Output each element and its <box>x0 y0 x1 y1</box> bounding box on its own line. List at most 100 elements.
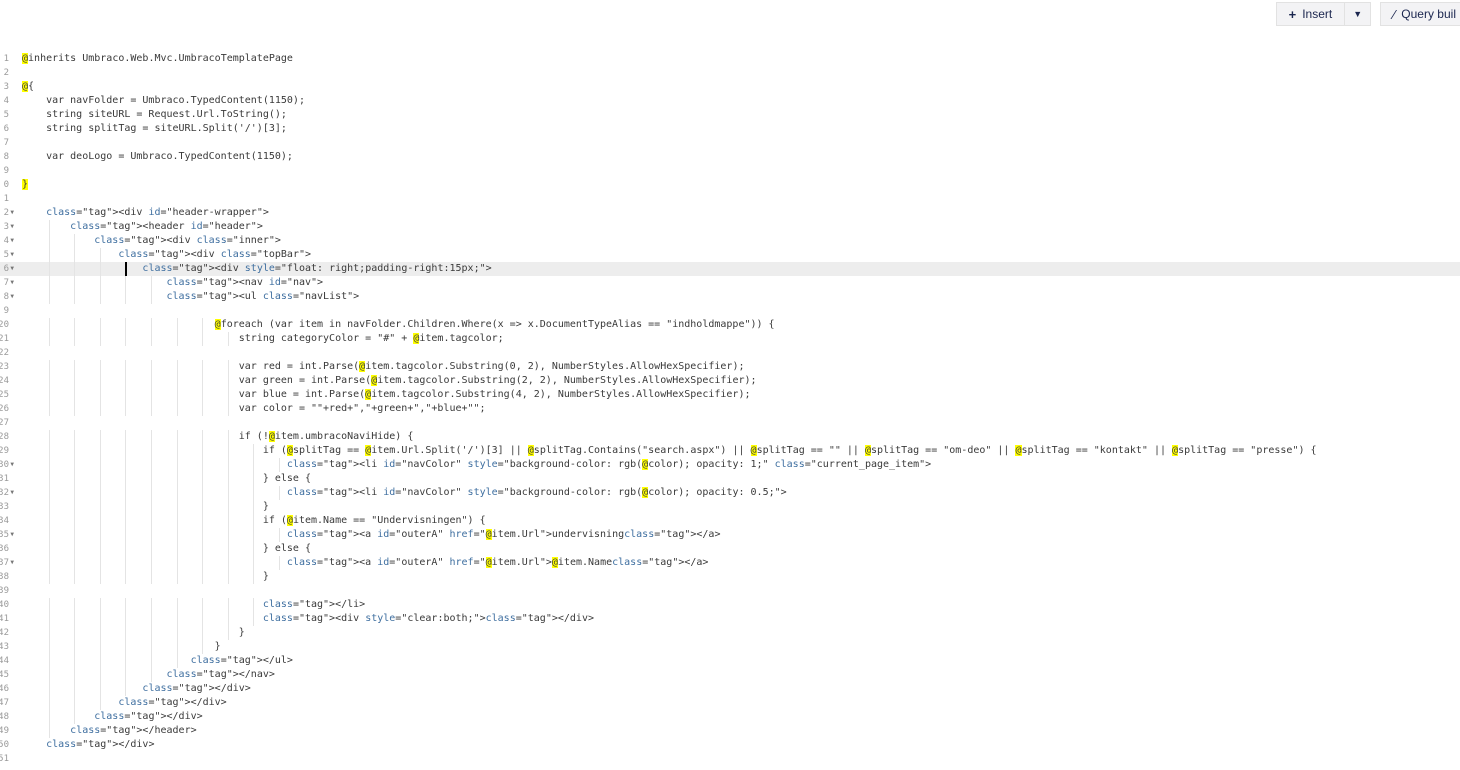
text-cursor <box>125 262 127 276</box>
code-text: string siteURL = Request.Url.ToString(); <box>22 109 287 120</box>
code-line[interactable]: 2 ▼ class="tag"><div id="header-wrapper"> <box>0 206 1460 220</box>
code-line[interactable]: 38 } <box>0 570 1460 584</box>
code-line[interactable]: 43 } <box>0 640 1460 654</box>
code-line[interactable]: 34 if (@item.Name == "Undervisningen") { <box>0 514 1460 528</box>
code-line[interactable]: 40 class="tag"></li> <box>0 598 1460 612</box>
fold-arrow-icon[interactable]: ▼ <box>10 458 14 472</box>
fold-arrow-icon[interactable]: ▼ <box>10 248 14 262</box>
fold-arrow-icon[interactable]: ▼ <box>10 220 14 234</box>
code-line[interactable]: 6 string splitTag = siteURL.Split('/')[3… <box>0 122 1460 136</box>
line-gutter: 35 ▼ <box>0 528 14 542</box>
line-number: 20 <box>0 320 9 330</box>
line-number: 5 <box>3 110 9 120</box>
code-line[interactable]: 24 var green = int.Parse(@item.tagcolor.… <box>0 374 1460 388</box>
code-line[interactable]: 47 class="tag"></div> <box>0 696 1460 710</box>
code-text: var green = int.Parse(@item.tagcolor.Sub… <box>22 375 757 386</box>
line-number: 39 <box>0 586 9 596</box>
code-line[interactable]: 39 <box>0 584 1460 598</box>
code-line[interactable]: 31 } else { <box>0 472 1460 486</box>
code-line[interactable]: 8 var deoLogo = Umbraco.TypedContent(115… <box>0 150 1460 164</box>
code-line[interactable]: 33 } <box>0 500 1460 514</box>
code-text: var deoLogo = Umbraco.TypedContent(1150)… <box>22 151 293 162</box>
fold-arrow-icon[interactable]: ▼ <box>10 234 14 248</box>
code-text: @inherits Umbraco.Web.Mvc.UmbracoTemplat… <box>22 53 293 64</box>
line-gutter: 3 <box>0 80 14 94</box>
line-number: 0 <box>3 180 9 190</box>
code-line[interactable]: 9 <box>0 304 1460 318</box>
code-line[interactable]: 30 ▼ class="tag"><li id="navColor" style=… <box>0 458 1460 472</box>
code-line[interactable]: 44 class="tag"></ul> <box>0 654 1460 668</box>
code-text: class="tag"><nav id="nav"> <box>166 277 324 288</box>
line-gutter: 28 <box>0 430 14 444</box>
line-gutter: 26 <box>0 402 14 416</box>
fold-arrow-icon[interactable]: ▼ <box>10 486 14 500</box>
insert-dropdown-button[interactable]: ▼ <box>1345 2 1372 26</box>
code-line[interactable]: 45 class="tag"></nav> <box>0 668 1460 682</box>
line-number: 48 <box>0 712 9 722</box>
code-line[interactable]: 5 ▼ class="tag"><div class="topBar"> <box>0 248 1460 262</box>
code-line[interactable]: 1 <box>0 192 1460 206</box>
code-line[interactable]: 3 ▼ class="tag"><header id="header"> <box>0 220 1460 234</box>
query-builder-button[interactable]: ⁄ Query buil <box>1380 2 1460 26</box>
code-line[interactable]: 29 if (@splitTag == @item.Url.Split('/')… <box>0 444 1460 458</box>
fold-arrow-icon[interactable]: ▼ <box>10 276 14 290</box>
code-line[interactable]: 9 <box>0 164 1460 178</box>
code-line[interactable]: 48 class="tag"></div> <box>0 710 1460 724</box>
code-line[interactable]: 20 @foreach (var item in navFolder.Child… <box>0 318 1460 332</box>
code-text: class="tag"><div style="clear:both;">cla… <box>262 613 594 624</box>
line-number: 3 <box>3 222 9 232</box>
code-line[interactable]: 51 <box>0 752 1460 766</box>
line-number: 24 <box>0 376 9 386</box>
line-number: 44 <box>0 656 9 666</box>
code-line[interactable]: 7 <box>0 136 1460 150</box>
line-number: 26 <box>0 404 9 414</box>
line-gutter: 37 ▼ <box>0 556 14 570</box>
line-gutter: 23 <box>0 360 14 374</box>
line-gutter: 33 <box>0 500 14 514</box>
code-line[interactable]: 0} <box>0 178 1460 192</box>
code-text: if (@item.Name == "Undervisningen") { <box>22 515 486 526</box>
code-line[interactable]: 2 <box>0 66 1460 80</box>
code-line[interactable]: 42 } <box>0 626 1460 640</box>
code-line[interactable]: 7 ▼ class="tag"><nav id="nav"> <box>0 276 1460 290</box>
code-line[interactable]: 49 class="tag"></header> <box>0 724 1460 738</box>
fold-arrow-icon[interactable]: ▼ <box>10 290 14 304</box>
fold-arrow-icon[interactable]: ▼ <box>10 206 14 220</box>
code-line[interactable]: 46 class="tag"></div> <box>0 682 1460 696</box>
code-line[interactable]: 28 if (!@item.umbracoNaviHide) { <box>0 430 1460 444</box>
fold-arrow-icon[interactable]: ▼ <box>10 262 14 276</box>
line-gutter: 1 <box>0 52 14 66</box>
code-line[interactable]: 5 string siteURL = Request.Url.ToString(… <box>0 108 1460 122</box>
code-line[interactable]: 25 var blue = int.Parse(@item.tagcolor.S… <box>0 388 1460 402</box>
code-line[interactable]: 21 string categoryColor = "#" + @item.ta… <box>0 332 1460 346</box>
insert-button[interactable]: + Insert <box>1275 2 1346 26</box>
code-line[interactable]: 8 ▼ class="tag"><ul class="navList"> <box>0 290 1460 304</box>
line-gutter: 46 <box>0 682 14 696</box>
code-line[interactable]: 27 <box>0 416 1460 430</box>
code-line[interactable]: 50 class="tag"></div> <box>0 738 1460 752</box>
insert-button-group: + Insert ▼ <box>1275 2 1372 26</box>
code-line[interactable]: 36 } else { <box>0 542 1460 556</box>
line-number: 30 <box>0 460 9 470</box>
code-line[interactable]: 35 ▼ class="tag"><a id="outerA" href="@it… <box>0 528 1460 542</box>
code-line[interactable]: 4 var navFolder = Umbraco.TypedContent(1… <box>0 94 1460 108</box>
line-gutter: 43 <box>0 640 14 654</box>
line-number: 37 <box>0 558 9 568</box>
fold-arrow-icon[interactable]: ▼ <box>10 556 14 570</box>
code-line[interactable]: 4 ▼ class="tag"><div class="inner"> <box>0 234 1460 248</box>
code-line[interactable]: 41 class="tag"><div style="clear:both;">… <box>0 612 1460 626</box>
line-number: 21 <box>0 334 9 344</box>
line-gutter: 4 ▼ <box>0 234 14 248</box>
fold-arrow-icon[interactable]: ▼ <box>10 528 14 542</box>
code-line[interactable]: 6 ▼ class="tag"><div style="float: right;… <box>0 262 1460 276</box>
code-line[interactable]: 37 ▼ class="tag"><a id="outerA" href="@it… <box>0 556 1460 570</box>
code-editor[interactable]: 1 @inherits Umbraco.Web.Mvc.UmbracoTempla… <box>0 52 1460 770</box>
code-line[interactable]: 22 <box>0 346 1460 360</box>
code-line[interactable]: 23 var red = int.Parse(@item.tagcolor.Su… <box>0 360 1460 374</box>
code-line[interactable]: 1 @inherits Umbraco.Web.Mvc.UmbracoTempla… <box>0 52 1460 66</box>
plus-icon: + <box>1288 6 1297 22</box>
code-line[interactable]: 26 var color = ""+red+","+green+","+blue… <box>0 402 1460 416</box>
line-number: 29 <box>0 446 9 456</box>
code-line[interactable]: 32 ▼ class="tag"><li id="navColor" style=… <box>0 486 1460 500</box>
code-line[interactable]: 3 @{ <box>0 80 1460 94</box>
